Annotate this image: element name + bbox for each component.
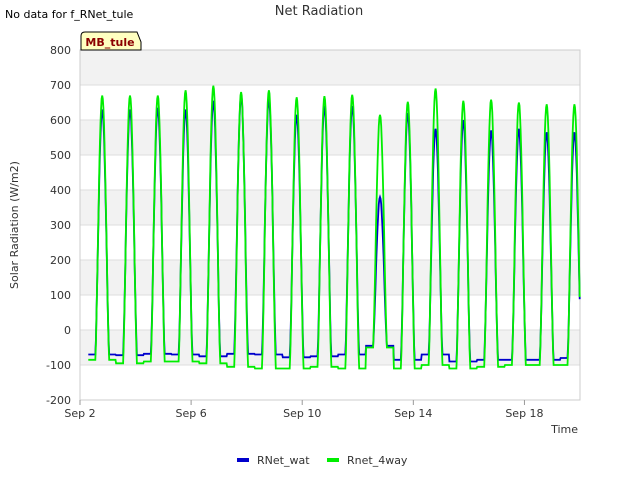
y-tick-label: -200	[46, 394, 71, 407]
legend-swatch	[327, 458, 339, 462]
y-axis-label: Solar Radiation (W/m2)	[8, 161, 21, 289]
y-tick-label: 500	[50, 149, 71, 162]
plot-band	[80, 50, 580, 85]
x-tick-label: Sep 2	[64, 407, 95, 420]
x-tick-label: Sep 18	[505, 407, 543, 420]
x-tick-labels: Sep 2 Sep 6 Sep 10 Sep 14 Sep 18	[64, 400, 544, 420]
site-badge-label: MB_tule	[85, 36, 134, 49]
y-tick-label: 0	[64, 324, 71, 337]
x-tick-label: Sep 10	[283, 407, 321, 420]
legend-label: Rnet_4way	[347, 454, 408, 467]
no-data-note: No data for f_RNet_tule	[5, 8, 134, 21]
site-badge: MB_tule	[80, 31, 142, 51]
chart-title: Net Radiation	[275, 4, 363, 19]
plot-band	[80, 85, 580, 120]
legend-swatch	[237, 458, 249, 462]
plot-band	[80, 365, 580, 400]
x-tick-label: Sep 14	[394, 407, 432, 420]
y-tick-label: 800	[50, 44, 71, 57]
y-tick-label: 700	[50, 79, 71, 92]
y-tick-label: 100	[50, 289, 71, 302]
y-tick-label: 400	[50, 184, 71, 197]
net-radiation-chart: No data for f_RNet_tule Net Radiation -2…	[5, 4, 581, 467]
y-tick-label: -100	[46, 359, 71, 372]
x-axis-label: Time	[550, 423, 578, 436]
legend: RNet_wat Rnet_4way	[237, 454, 408, 467]
y-tick-labels: -200 -100 0 100 200 300 400 500 600 700 800	[46, 44, 71, 407]
legend-label: RNet_wat	[257, 454, 310, 467]
y-tick-label: 300	[50, 219, 71, 232]
x-tick-label: Sep 6	[175, 407, 206, 420]
y-tick-label: 200	[50, 254, 71, 267]
plot-band	[80, 225, 580, 260]
y-tick-label: 600	[50, 114, 71, 127]
